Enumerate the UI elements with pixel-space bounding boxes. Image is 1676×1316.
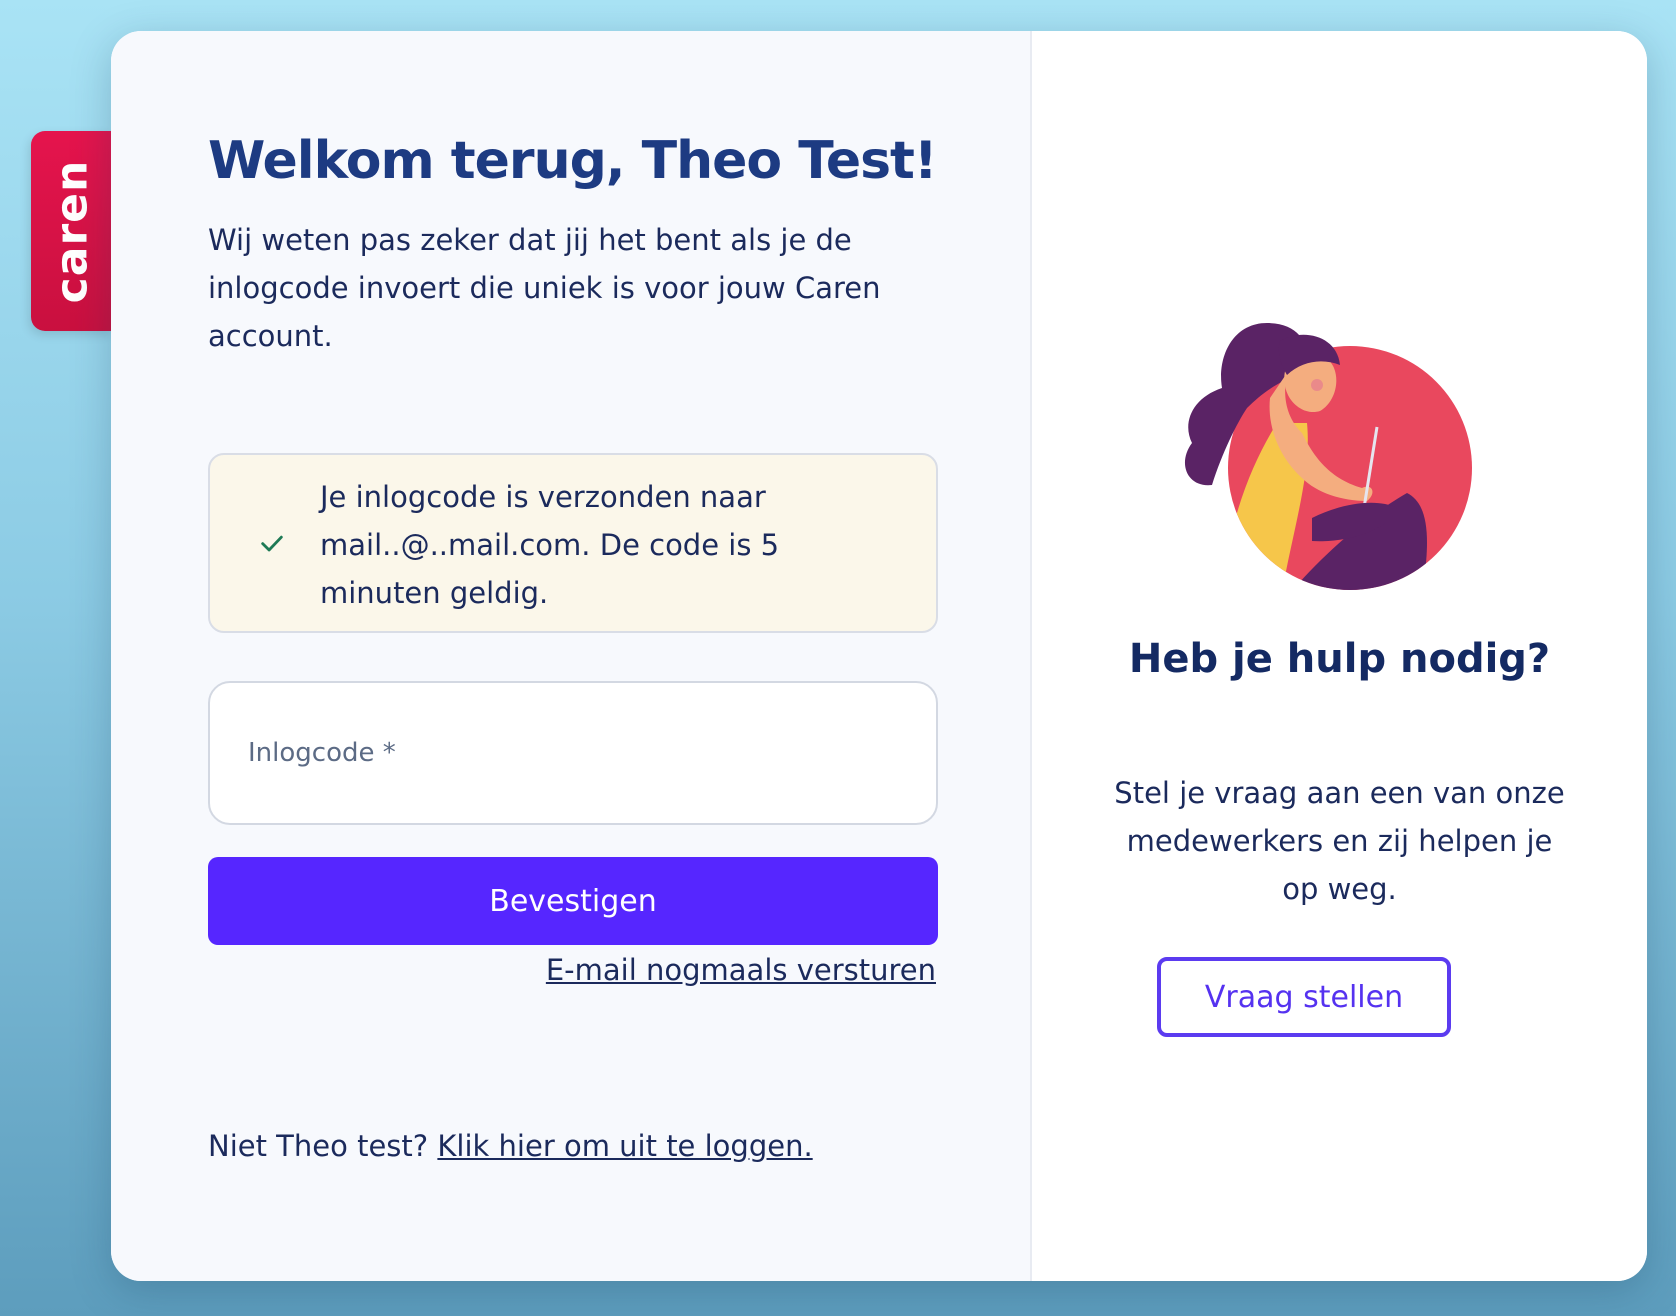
caren-logo-tab: caren xyxy=(31,131,113,331)
help-title: Heb je hulp nodig? xyxy=(1128,636,1551,682)
logout-link[interactable]: Klik hier om uit te loggen. xyxy=(437,1129,812,1163)
help-panel: Heb je hulp nodig? Stel je vraag aan een… xyxy=(1032,31,1647,1281)
check-icon xyxy=(261,535,283,552)
confirm-button[interactable]: Bevestigen xyxy=(208,857,938,945)
login-code-field xyxy=(208,681,938,825)
help-text: Stel je vraag aan een van onze medewerke… xyxy=(1114,776,1565,906)
ask-question-button[interactable]: Vraag stellen xyxy=(1157,957,1451,1037)
logout-prefix: Niet Theo test? xyxy=(208,1129,429,1163)
woman-with-laptop-illustration xyxy=(1184,323,1472,590)
login-panel: Welkom terug, Theo Test! Wij weten pas z… xyxy=(111,31,1032,1281)
code-sent-notice: Je inlogcode is verzonden naar mail..@..… xyxy=(208,453,938,633)
login-card: Welkom terug, Theo Test! Wij weten pas z… xyxy=(111,31,1647,1281)
resend-email-link[interactable]: E-mail nogmaals versturen xyxy=(546,953,936,987)
login-code-input[interactable] xyxy=(210,683,936,823)
logout-line: Niet Theo test? Klik hier om uit te logg… xyxy=(208,1129,813,1163)
intro-text: Wij weten pas zeker dat jij het bent als… xyxy=(208,223,881,353)
caren-logo: caren xyxy=(46,159,98,303)
page-title: Welkom terug, Theo Test! xyxy=(208,131,938,191)
notice-text: Je inlogcode is verzonden naar mail..@..… xyxy=(320,480,780,610)
